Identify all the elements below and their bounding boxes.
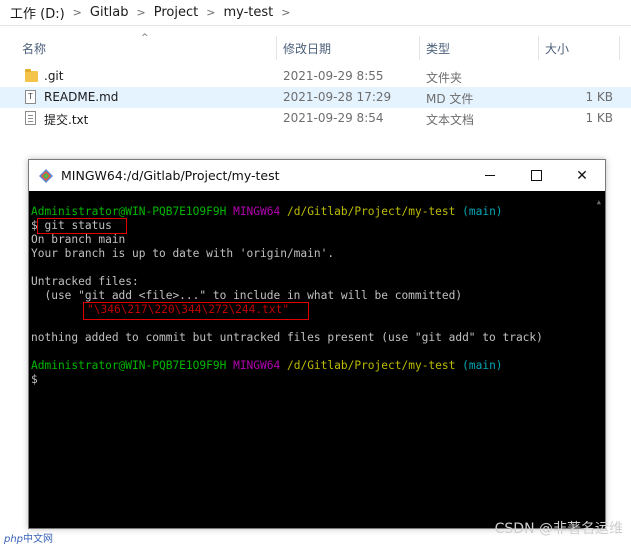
column-header-name[interactable]: 名称 (16, 34, 276, 62)
command-line: $ git status (31, 219, 112, 233)
php-watermark-suffix: 中文网 (23, 534, 54, 545)
file-size: 1 KB (585, 111, 613, 125)
column-divider[interactable] (619, 36, 620, 60)
prompt-branch: (main) (462, 205, 503, 218)
git-bash-app-icon (39, 169, 53, 183)
column-header-size[interactable]: 大小 (539, 34, 619, 62)
output-line: nothing added to commit but untracked fi… (31, 331, 543, 344)
file-type: 文本文档 (426, 113, 475, 127)
terminal-scrollbar[interactable]: ▲ (590, 191, 605, 528)
mingw64-terminal-window[interactable]: MINGW64:/d/Gitlab/Project/my-test ✕ Admi… (28, 159, 606, 529)
file-date: 2021-09-29 8:55 (283, 69, 384, 83)
breadcrumb-drive[interactable]: 工作 (D:) (4, 3, 71, 22)
terminal-output[interactable]: Administrator@WIN-PQB7E1O9F9H MINGW64 /d… (29, 191, 605, 528)
prompt-path: /d/Gitlab/Project/my-test (286, 205, 456, 218)
markdown-file-icon: T (24, 90, 38, 105)
file-name: 提交.txt (44, 113, 89, 127)
prompt-user: Administrator@WIN-PQB7E1O9F9H (31, 205, 227, 218)
terminal-titlebar[interactable]: MINGW64:/d/Gitlab/Project/my-test ✕ (29, 160, 605, 191)
output-line: (use "git add <file>..." to include in w… (31, 289, 463, 302)
command-line: $ (31, 373, 38, 387)
prompt-path: /d/Gitlab/Project/my-test (286, 359, 456, 372)
command-text: git status (44, 219, 112, 232)
breadcrumb-gitlab[interactable]: Gitlab (84, 5, 135, 20)
breadcrumb-my-test[interactable]: my-test (217, 5, 279, 20)
file-name: .git (44, 69, 64, 83)
prompt-symbol: $ (31, 373, 38, 386)
prompt-branch: (main) (462, 359, 503, 372)
folder-icon (24, 69, 38, 84)
file-date: 2021-09-29 8:54 (283, 111, 384, 125)
output-line: On branch main (31, 233, 126, 246)
file-row-git[interactable]: .git 2021-09-29 8:55 文件夹 (0, 66, 631, 87)
csdn-watermark: CSDN @非著名运维 (494, 521, 623, 537)
file-row-readme[interactable]: T README.md 2021-09-28 17:29 MD 文件 1 KB (0, 87, 631, 108)
terminal-title: MINGW64:/d/Gitlab/Project/my-test (61, 168, 280, 183)
file-type: MD 文件 (426, 92, 474, 106)
php-watermark: php中文网 (4, 530, 53, 545)
close-icon: ✕ (576, 167, 588, 184)
file-name: README.md (44, 90, 119, 104)
column-header-type[interactable]: 类型 (420, 34, 538, 62)
output-line: Your branch is up to date with 'origin/m… (31, 247, 335, 260)
file-date: 2021-09-28 17:29 (283, 90, 392, 104)
prompt-system: MINGW64 (233, 359, 281, 372)
chevron-right-icon[interactable]: > (204, 6, 217, 19)
minimize-button[interactable] (467, 160, 513, 191)
file-list: .git 2021-09-29 8:55 文件夹 T README.md 202… (0, 66, 631, 129)
text-file-icon (24, 111, 38, 126)
prompt-system: MINGW64 (233, 205, 281, 218)
address-breadcrumb: 工作 (D:) > Gitlab > Project > my-test > (0, 0, 631, 26)
prompt-user: Administrator@WIN-PQB7E1O9F9H (31, 359, 227, 372)
prompt-line: Administrator@WIN-PQB7E1O9F9H MINGW64 /d… (31, 359, 503, 373)
maximize-button[interactable] (513, 160, 559, 191)
chevron-right-icon[interactable]: > (279, 6, 292, 19)
minimize-icon (485, 175, 495, 176)
prompt-line: Administrator@WIN-PQB7E1O9F9H MINGW64 /d… (31, 205, 503, 219)
file-row-commit-txt[interactable]: 提交.txt 2021-09-29 8:54 文本文档 1 KB (0, 108, 631, 129)
chevron-right-icon[interactable]: > (71, 6, 84, 19)
maximize-icon (530, 170, 542, 181)
close-button[interactable]: ✕ (559, 160, 605, 191)
file-size: 1 KB (585, 90, 613, 104)
prompt-symbol: $ (31, 219, 38, 232)
output-line: Untracked files: (31, 275, 139, 288)
column-header-date[interactable]: 修改日期 (277, 34, 419, 62)
php-watermark-prefix: php (4, 534, 24, 545)
untracked-file-path: "\346\217\220\344\272\244.txt" (87, 303, 290, 316)
breadcrumb-project[interactable]: Project (148, 5, 204, 20)
scroll-up-icon[interactable]: ▲ (597, 195, 601, 209)
chevron-right-icon[interactable]: > (135, 6, 148, 19)
column-headers: ^ 名称 修改日期 类型 大小 (0, 33, 631, 62)
file-type: 文件夹 (426, 71, 463, 85)
